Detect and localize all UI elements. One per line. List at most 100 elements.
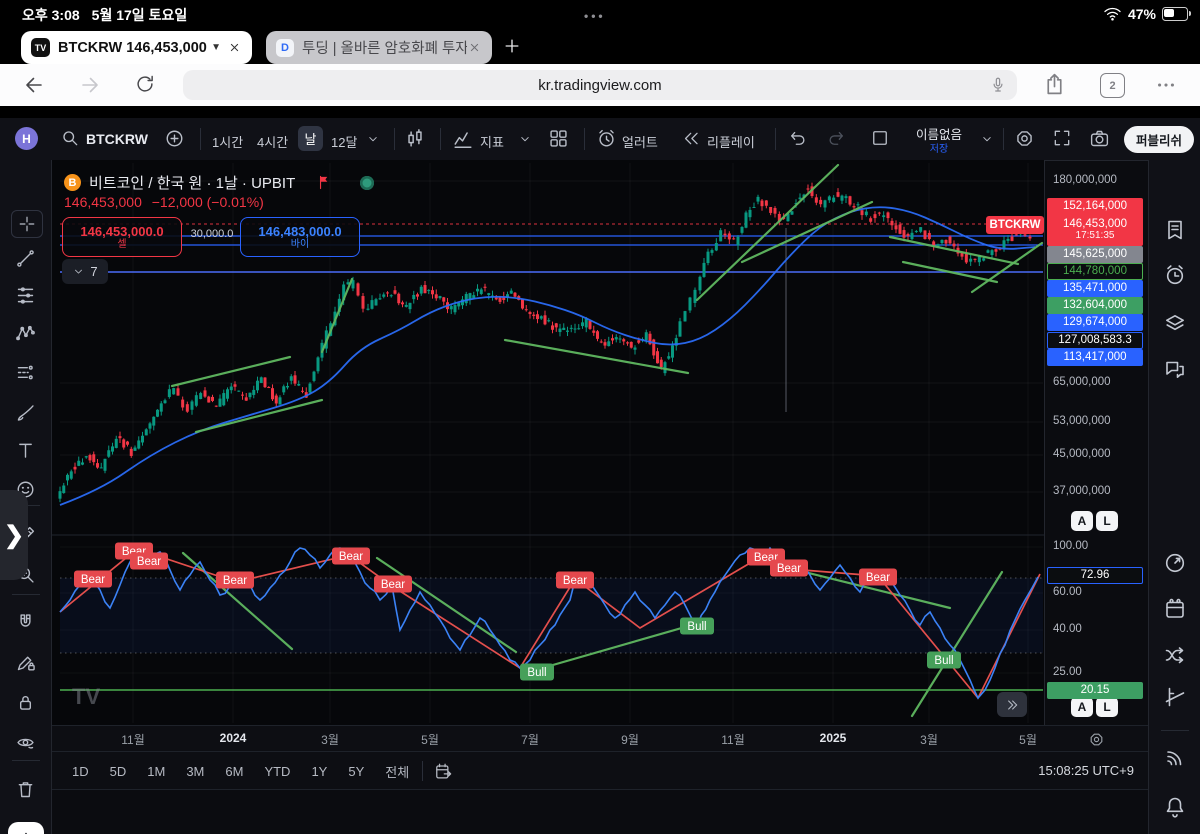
- interval-1h-button[interactable]: 1시간: [212, 132, 243, 151]
- range-YTD-button[interactable]: YTD: [264, 764, 290, 779]
- tab-tradingview[interactable]: TV BTCKRW 146,453,000 ▼: [21, 31, 252, 64]
- redo-button[interactable]: [826, 128, 846, 148]
- range-전체-button[interactable]: 전체: [385, 762, 409, 781]
- svg-text:Bull: Bull: [527, 667, 546, 679]
- sidebar-alarm-icon[interactable]: [1163, 263, 1187, 287]
- drawer-toggle-button[interactable]: ❯: [0, 490, 28, 580]
- tool-magnet-icon[interactable]: [15, 612, 37, 634]
- indicators-icon[interactable]: [452, 128, 474, 150]
- sidebar-arcs-icon[interactable]: [1163, 745, 1187, 769]
- tool-text-icon[interactable]: [15, 440, 37, 462]
- object-tree-toggle[interactable]: 7: [62, 259, 108, 284]
- symbol-header[interactable]: B 비트코인 / 한국 원 · 1날 · UPBIT: [64, 172, 374, 193]
- snapshot-camera-icon[interactable]: [1089, 128, 1110, 149]
- address-bar[interactable]: kr.tradingview.com: [183, 70, 1017, 100]
- range-3M-button[interactable]: 3M: [186, 764, 204, 779]
- price-label: 144,780,000: [1047, 263, 1143, 280]
- price-axis[interactable]: 180,000,00065,000,00053,000,00045,000,00…: [1044, 160, 1148, 725]
- buy-button[interactable]: 146,483,000.0 바이: [240, 217, 360, 257]
- tool-eye-icon[interactable]: [15, 732, 37, 754]
- tool-fib-icon[interactable]: [15, 285, 37, 307]
- sidebar-calendar-icon[interactable]: [1163, 597, 1187, 621]
- status-bar: 오후 3:08 5월 17일 토요일 ••• 47%: [0, 0, 1200, 28]
- tool-brush-icon[interactable]: [15, 402, 37, 424]
- last-price: 146,453,000: [64, 194, 142, 210]
- market-status-dot-icon[interactable]: [360, 176, 374, 190]
- tool-xabcd-icon[interactable]: [15, 323, 37, 345]
- interval-12m-button[interactable]: 12달: [331, 132, 357, 151]
- layout-grid-icon[interactable]: [548, 128, 569, 149]
- close-tab-icon[interactable]: [227, 40, 242, 55]
- range-1M-button[interactable]: 1M: [147, 764, 165, 779]
- share-button[interactable]: [1042, 72, 1067, 97]
- go-to-date-icon[interactable]: [434, 762, 453, 781]
- publish-button[interactable]: 퍼블리쉬: [1124, 126, 1194, 153]
- object-count: 7: [90, 264, 97, 279]
- range-6M-button[interactable]: 6M: [225, 764, 243, 779]
- range-1Y-button[interactable]: 1Y: [311, 764, 327, 779]
- range-5Y-button[interactable]: 5Y: [348, 764, 364, 779]
- sidebar-bell-icon[interactable]: [1163, 795, 1187, 819]
- tool-trash-icon[interactable]: [15, 779, 37, 801]
- price-tick: 45,000,000: [1053, 448, 1111, 460]
- layout-chevron-icon[interactable]: [980, 132, 994, 146]
- back-button[interactable]: [22, 73, 46, 97]
- undo-button[interactable]: [788, 128, 808, 148]
- symbol-title[interactable]: 비트코인 / 한국 원 · 1날 · UPBIT: [89, 172, 295, 193]
- replay-icon[interactable]: [682, 129, 701, 148]
- favorites-star-button[interactable]: [8, 822, 44, 834]
- sidebar-compare-icon[interactable]: [1163, 643, 1187, 667]
- reload-button[interactable]: [134, 73, 156, 95]
- compare-add-icon[interactable]: [164, 128, 185, 149]
- sell-button[interactable]: 146,453,000.0 셀: [62, 217, 182, 257]
- sidebar-watchlist-icon[interactable]: [1163, 218, 1187, 242]
- save-button[interactable]: 저장: [902, 140, 976, 155]
- tab-switcher-button[interactable]: 2: [1100, 73, 1125, 98]
- browser-more-button[interactable]: [1155, 74, 1177, 96]
- tab-dropdown-icon[interactable]: ▼: [211, 42, 221, 53]
- axis-settings-gear-icon[interactable]: [1088, 731, 1105, 748]
- sidebar-layers-icon[interactable]: [1163, 312, 1187, 336]
- search-icon[interactable]: [60, 128, 80, 148]
- tool-trendline-icon[interactable]: [15, 248, 37, 270]
- tab-tooding[interactable]: D 투딩 | 올바른 암호화폐 투자의: [266, 31, 492, 64]
- url-text: kr.tradingview.com: [538, 77, 661, 94]
- alert-button[interactable]: 얼러트: [622, 132, 658, 151]
- tool-forecast-icon[interactable]: [15, 362, 37, 384]
- tab-title: BTCKRW 146,453,000: [58, 40, 209, 56]
- chart-type-icon[interactable]: [404, 128, 426, 150]
- interval-menu-chevron-icon[interactable]: [366, 132, 380, 146]
- tool-lock-icon[interactable]: [15, 692, 37, 714]
- interval-4h-button[interactable]: 4시간: [257, 132, 288, 151]
- replay-button[interactable]: 리플레이: [707, 132, 755, 151]
- fullscreen-icon[interactable]: [1052, 128, 1072, 148]
- flag-icon[interactable]: [317, 174, 334, 191]
- sidebar-radar-icon[interactable]: [1163, 551, 1187, 575]
- layout-select-icon[interactable]: [870, 128, 890, 148]
- mic-icon[interactable]: [989, 76, 1007, 94]
- close-tab-icon[interactable]: [467, 40, 482, 55]
- time-axis[interactable]: 11월20243월5월7월9월11월20253월5월: [52, 725, 1148, 752]
- price-tick: 60.00: [1053, 586, 1082, 598]
- maximize-pane-button[interactable]: [997, 692, 1027, 717]
- range-5D-button[interactable]: 5D: [110, 764, 127, 779]
- interval-1d-button-selected[interactable]: 날: [298, 126, 323, 151]
- forward-button[interactable]: [78, 73, 102, 97]
- indicators-chevron-icon[interactable]: [518, 132, 532, 146]
- sidebar-slope-icon[interactable]: [1163, 685, 1187, 709]
- tooding-logo-icon: D: [276, 39, 294, 57]
- settings-gear-icon[interactable]: [1014, 128, 1035, 149]
- svg-text:Bear: Bear: [81, 574, 105, 586]
- indicators-button[interactable]: 지표: [480, 132, 504, 151]
- clock-utc[interactable]: 15:08:25 UTC+9: [1038, 763, 1134, 778]
- new-tab-button[interactable]: [502, 36, 522, 56]
- range-1D-button[interactable]: 1D: [72, 764, 89, 779]
- sidebar-chat-icon[interactable]: [1163, 358, 1187, 382]
- chart-canvas[interactable]: BearBearBearBearBearBearBearBullBullBear…: [52, 160, 1044, 725]
- buy-price: 146,483,000.0: [258, 224, 341, 239]
- symbol-search-button[interactable]: BTCKRW: [86, 131, 148, 147]
- tool-pencil-lock-icon[interactable]: [15, 652, 37, 674]
- alert-icon[interactable]: [596, 128, 617, 149]
- tool-crosshair-icon[interactable]: [11, 210, 43, 238]
- user-avatar[interactable]: H: [15, 127, 38, 150]
